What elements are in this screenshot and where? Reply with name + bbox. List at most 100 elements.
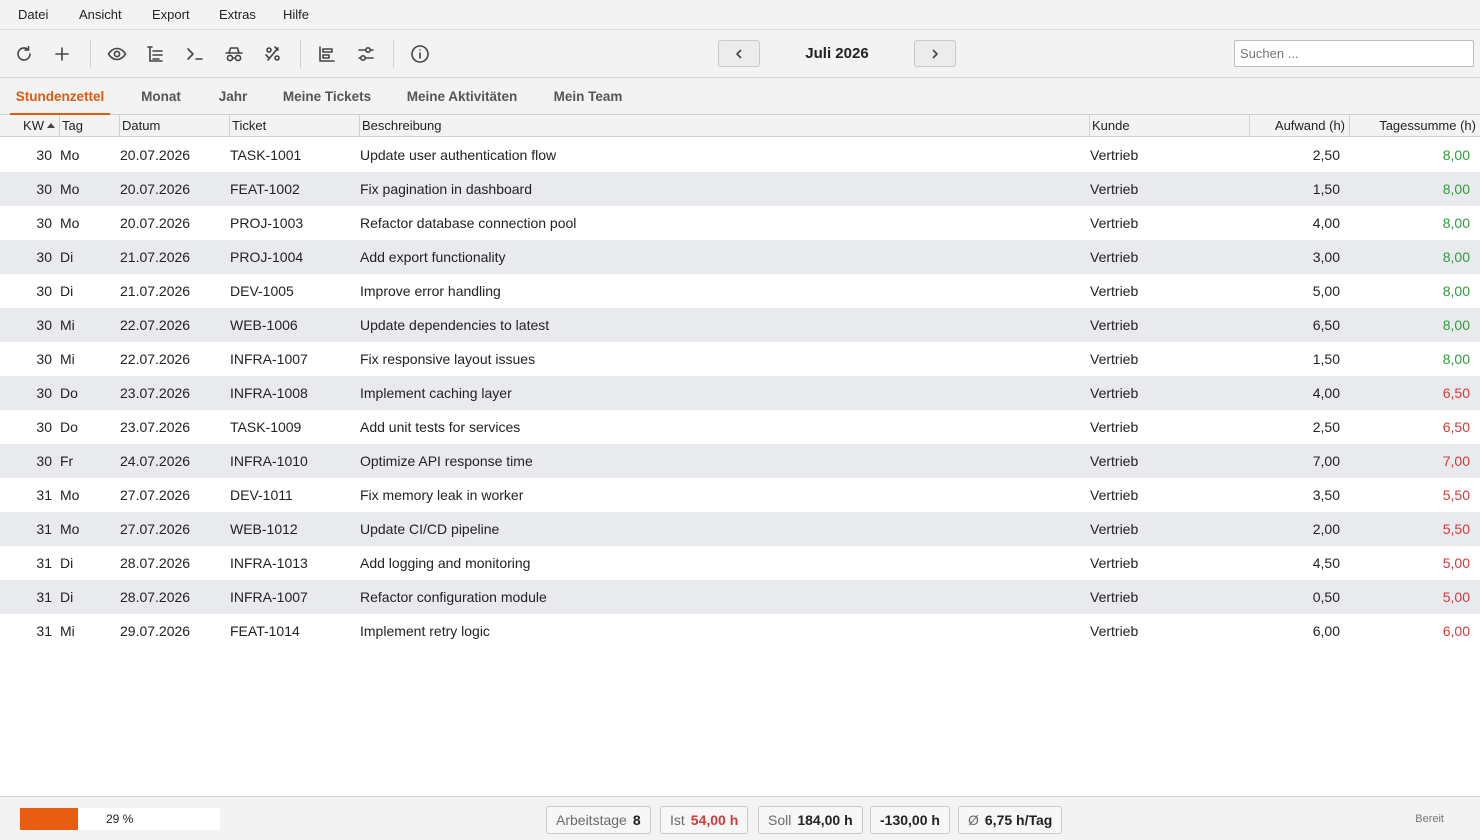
column-header-tag[interactable]: Tag (60, 115, 120, 137)
next-month-button[interactable] (914, 40, 956, 67)
cell-aufwand: 2,50 (1312, 419, 1340, 435)
list-button[interactable] (141, 40, 169, 68)
table-row[interactable]: 30 Mi 22.07.2026 INFRA-1007 Fix responsive l… (0, 342, 1480, 376)
cell-tagessumme: 5,50 (1442, 487, 1470, 503)
cell-tag: Mo (60, 487, 80, 503)
table-row[interactable]: 30 Fr 24.07.2026 INFRA-1010 Optimize API res… (0, 444, 1480, 478)
cell-aufwand: 5,00 (1312, 283, 1340, 299)
arbeitstage-value: 8 (632, 812, 641, 828)
menu-export[interactable]: Export (152, 0, 190, 30)
cell-kw: 30 (36, 351, 52, 367)
cell-tagessumme: 5,00 (1442, 555, 1470, 571)
cell-aufwand: 0,50 (1312, 589, 1340, 605)
search-input[interactable] (1234, 40, 1474, 67)
cell-datum: 27.07.2026 (120, 521, 191, 537)
average-badge: Ø 6,75 h/Tag (958, 806, 1063, 834)
cell-datum: 27.07.2026 (120, 487, 191, 503)
status-bar: 29 % Arbeitstage 8 Ist 54,00 h Soll 184,00 … (0, 796, 1480, 840)
table-row[interactable]: 31 Mo 27.07.2026 WEB-1012 Update CI/CD pipel… (0, 512, 1480, 546)
soll-badge: Soll 184,00 h (758, 806, 863, 834)
table-row[interactable]: 30 Mi 22.07.2026 WEB-1006 Update dependencie… (0, 308, 1480, 342)
cell-beschreibung: Refactor configuration module (360, 589, 547, 605)
table-row[interactable]: 31 Di 28.07.2026 INFRA-1007 Refactor configu… (0, 580, 1480, 614)
column-header-datum[interactable]: Datum (120, 115, 230, 137)
column-header-tagessumme[interactable]: Tagessumme (h) (1350, 115, 1480, 137)
table-row[interactable]: 31 Di 28.07.2026 INFRA-1013 Add logging and … (0, 546, 1480, 580)
cell-kunde: Vertrieb (1090, 147, 1139, 163)
menu-datei[interactable]: Datei (18, 0, 48, 30)
tab-monat[interactable]: Monat (130, 78, 192, 115)
tab-meine-tickets[interactable]: Meine Tickets (276, 78, 378, 115)
cell-beschreibung: Fix responsive layout issues (360, 351, 536, 367)
table-row[interactable]: 31 Mi 29.07.2026 FEAT-1014 Implement retry l… (0, 614, 1480, 648)
table-row[interactable]: 30 Do 23.07.2026 TASK-1009 Add unit tests fo… (0, 410, 1480, 444)
soll-label: Soll (768, 812, 792, 828)
table-row[interactable]: 30 Di 21.07.2026 PROJ-1004 Add export functi… (0, 240, 1480, 274)
column-header-aufwand[interactable]: Aufwand (h) (1250, 115, 1350, 137)
cell-kunde: Vertrieb (1090, 623, 1139, 639)
plus-icon (55, 47, 69, 61)
tab-mein-team[interactable]: Mein Team (546, 78, 630, 115)
cell-aufwand: 7,00 (1312, 453, 1340, 469)
tab-stundenzettel[interactable]: Stundenzettel (10, 78, 110, 115)
table-header: KW Tag Datum Ticket Beschreibung Kunde A… (0, 115, 1480, 137)
table-row[interactable]: 30 Di 21.07.2026 DEV-1005 Improve error hand… (0, 274, 1480, 308)
column-header-beschreibung[interactable]: Beschreibung (360, 115, 1090, 137)
cell-aufwand: 4,00 (1312, 385, 1340, 401)
cell-kunde: Vertrieb (1090, 385, 1139, 401)
sliders-icon (358, 46, 374, 62)
difference-badge: -130,00 h (870, 806, 950, 834)
add-entry-button[interactable] (48, 40, 76, 68)
table-row[interactable]: 30 Mo 20.07.2026 TASK-1001 Update user authe… (0, 138, 1480, 172)
cell-datum: 22.07.2026 (120, 351, 191, 367)
cell-tag: Mo (60, 181, 80, 197)
cell-ticket: FEAT-1002 (230, 181, 300, 197)
cell-datum: 28.07.2026 (120, 589, 191, 605)
menu-extras[interactable]: Extras (219, 0, 256, 30)
table-row[interactable]: 31 Mo 27.07.2026 DEV-1011 Fix memory leak in… (0, 478, 1480, 512)
previous-month-button[interactable] (718, 40, 760, 67)
cell-tag: Di (60, 555, 74, 571)
cell-aufwand: 3,50 (1312, 487, 1340, 503)
cell-kunde: Vertrieb (1090, 453, 1139, 469)
cell-datum: 21.07.2026 (120, 249, 191, 265)
cell-tag: Mo (60, 147, 80, 163)
refresh-button[interactable] (10, 40, 38, 68)
cell-tagessumme: 8,00 (1442, 215, 1470, 231)
align-button[interactable] (313, 40, 341, 68)
table-row[interactable]: 30 Mo 20.07.2026 FEAT-1002 Fix pagination in… (0, 172, 1480, 206)
column-header-kw[interactable]: KW (0, 115, 60, 137)
toolbar-separator (300, 40, 301, 68)
menu-ansicht[interactable]: Ansicht (79, 0, 122, 30)
tab-jahr[interactable]: Jahr (210, 78, 256, 115)
cell-tag: Di (60, 249, 74, 265)
chevron-right-icon (932, 49, 938, 58)
settings-sliders-button[interactable] (352, 40, 380, 68)
percent-button[interactable] (259, 40, 287, 68)
incognito-button[interactable] (220, 40, 248, 68)
cell-kw: 30 (36, 147, 52, 163)
cell-aufwand: 2,50 (1312, 147, 1340, 163)
toolbar-separator (393, 40, 394, 68)
cell-kw: 31 (36, 487, 52, 503)
column-header-ticket[interactable]: Ticket (230, 115, 360, 137)
refresh-icon (17, 45, 31, 61)
info-icon (411, 45, 429, 63)
cell-kunde: Vertrieb (1090, 521, 1139, 537)
eye-icon (107, 47, 127, 61)
table-row[interactable]: 30 Mo 20.07.2026 PROJ-1003 Refactor database… (0, 206, 1480, 240)
terminal-button[interactable] (181, 40, 209, 68)
tab-meine-aktivitaeten[interactable]: Meine Aktivitäten (398, 78, 526, 115)
table-row[interactable]: 30 Do 23.07.2026 INFRA-1008 Implement cachin… (0, 376, 1480, 410)
view-button[interactable] (103, 40, 131, 68)
cell-kw: 31 (36, 555, 52, 571)
cell-datum: 20.07.2026 (120, 147, 191, 163)
menu-hilfe[interactable]: Hilfe (283, 0, 309, 30)
cell-kunde: Vertrieb (1090, 487, 1139, 503)
column-header-kunde[interactable]: Kunde (1090, 115, 1250, 137)
cell-beschreibung: Fix memory leak in worker (360, 487, 524, 503)
cell-beschreibung: Add logging and monitoring (360, 555, 531, 571)
cell-tagessumme: 8,00 (1442, 181, 1470, 197)
menu-bar: Datei Ansicht Export Extras Hilfe (0, 0, 1480, 30)
info-button[interactable] (406, 40, 434, 68)
